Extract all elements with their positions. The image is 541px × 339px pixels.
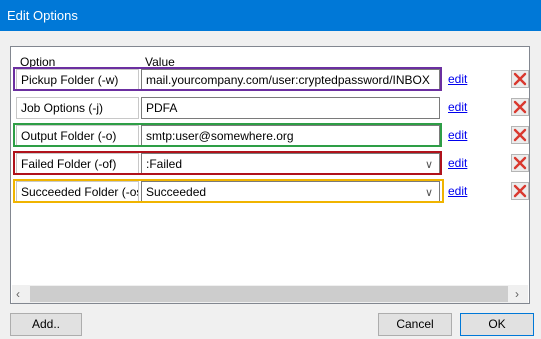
value-input[interactable]: smtp:user@somewhere.org — [141, 125, 440, 147]
edit-link[interactable]: edit — [448, 184, 467, 198]
scroll-left-icon[interactable]: ‹ — [16, 287, 20, 301]
delete-button[interactable] — [511, 98, 529, 116]
header-value: Value — [145, 55, 175, 69]
window-title: Edit Options — [0, 0, 541, 31]
chevron-down-icon: ∨ — [424, 187, 433, 199]
delete-button[interactable] — [511, 154, 529, 172]
options-table: Option Value Pickup Folder (-w) mail.you… — [10, 46, 530, 304]
delete-button[interactable] — [511, 70, 529, 88]
chevron-down-icon: ∨ — [424, 159, 433, 171]
value-text: Succeeded — [146, 185, 207, 199]
value-text: PDFA — [146, 101, 178, 115]
edit-link[interactable]: edit — [448, 100, 467, 114]
option-row-pickup-folder: Pickup Folder (-w) mail.yourcompany.com/… — [11, 67, 529, 91]
edit-link[interactable]: edit — [448, 156, 467, 170]
value-text: mail.yourcompany.com/user:cryptedpasswor… — [146, 73, 430, 87]
option-label: Succeeded Folder (-os) — [16, 181, 139, 203]
delete-button[interactable] — [511, 182, 529, 200]
option-row-output-folder: Output Folder (-o) smtp:user@somewhere.o… — [11, 123, 529, 147]
cancel-button[interactable]: Cancel — [378, 313, 452, 336]
delete-button[interactable] — [511, 126, 529, 144]
edit-link[interactable]: edit — [448, 72, 467, 86]
option-label: Pickup Folder (-w) — [16, 69, 139, 91]
option-label: Output Folder (-o) — [16, 125, 139, 147]
ok-button[interactable]: OK — [460, 313, 534, 336]
value-text: :Failed — [146, 157, 183, 171]
value-dropdown[interactable]: :Failed ∨ — [141, 153, 440, 175]
horizontal-scrollbar[interactable]: ‹ › — [12, 285, 528, 303]
option-label: Job Options (-j) — [16, 97, 139, 119]
edit-link[interactable]: edit — [448, 128, 467, 142]
add-button[interactable]: Add.. — [10, 313, 82, 336]
option-row-job-options: Job Options (-j) PDFA edit — [11, 97, 529, 119]
option-label: Failed Folder (-of) — [16, 153, 139, 175]
value-dropdown[interactable]: Succeeded ∨ — [141, 181, 440, 203]
value-input[interactable]: PDFA — [141, 97, 440, 119]
option-row-failed-folder: Failed Folder (-of) :Failed ∨ edit — [11, 151, 529, 175]
option-row-succeeded-folder: Succeeded Folder (-os) Succeeded ∨ edit — [11, 179, 529, 203]
value-input[interactable]: mail.yourcompany.com/user:cryptedpasswor… — [141, 69, 440, 91]
value-text: smtp:user@somewhere.org — [146, 129, 294, 143]
scrollbar-thumb[interactable] — [30, 286, 508, 302]
header-option: Option — [20, 55, 56, 69]
scroll-right-icon[interactable]: › — [515, 287, 519, 301]
